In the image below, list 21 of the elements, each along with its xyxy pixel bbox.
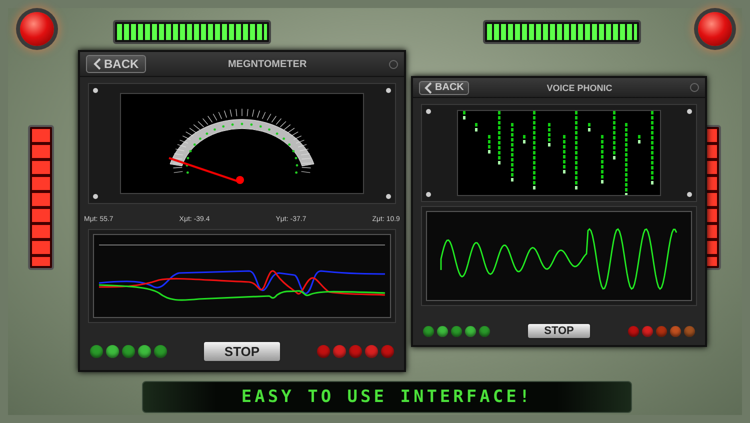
knob-icon [20,12,54,46]
screw-icon [687,192,692,197]
screw-icon [426,192,431,197]
banner-text: EASY TO USE INTERFACE! [241,387,533,407]
screw-icon [386,88,391,93]
chevron-left-icon [424,82,432,94]
screw-icon [93,88,98,93]
info-icon[interactable] [690,83,699,92]
screen-title: VOICE PHONIC [546,82,614,92]
stop-button[interactable]: STOP [203,341,281,362]
back-button[interactable]: BACK [86,55,146,73]
screw-icon [93,194,98,199]
back-button[interactable]: BACK [419,80,469,94]
screen-title: MEGNTOMETER [226,58,308,70]
screw-icon [386,194,391,199]
knob-icon [698,12,732,46]
screw-icon [687,109,692,114]
info-icon[interactable] [389,60,398,68]
chevron-left-icon [93,58,101,70]
stop-button[interactable]: STOP [527,323,591,339]
screw-icon [426,109,431,114]
